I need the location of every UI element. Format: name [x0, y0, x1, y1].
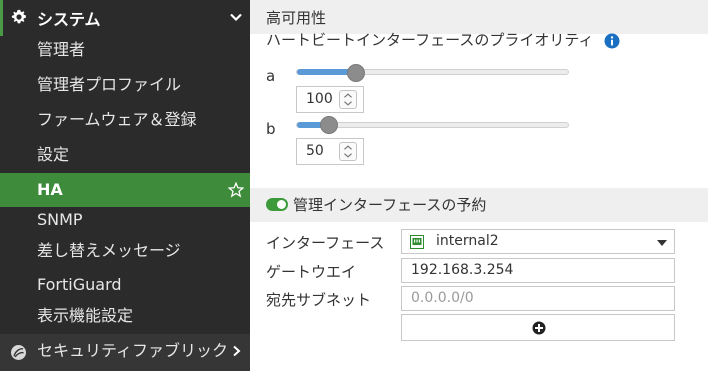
sidebar-item-label: HA: [37, 180, 63, 199]
sidebar-section-security-fabric[interactable]: セキュリティファブリック: [0, 334, 250, 371]
fabric-icon: [11, 345, 26, 360]
star-icon[interactable]: [228, 182, 244, 198]
gateway-value: 192.168.3.254: [411, 262, 514, 278]
sidebar-item-settings[interactable]: 設定: [0, 138, 250, 172]
gateway-label: ゲートウエイ: [266, 263, 357, 281]
sidebar-item-label: 設定: [37, 145, 70, 164]
sidebar-item-fortiguard[interactable]: FortiGuard: [0, 268, 250, 302]
sidebar-item-label: 管理者プロファイル: [37, 75, 182, 94]
sidebar-item-label: 表示機能設定: [37, 306, 134, 325]
priority-row-label: a: [266, 67, 276, 85]
subnet-placeholder: 0.0.0.0/0: [411, 290, 474, 306]
sidebar-item-admin-profile[interactable]: 管理者プロファイル: [0, 68, 250, 102]
sidebar-item-label: FortiGuard: [37, 275, 122, 294]
interface-label: インターフェース: [266, 234, 385, 252]
sidebar-item-feature-visibility[interactable]: 表示機能設定: [0, 299, 250, 333]
sidebar-item-replacement-messages[interactable]: 差し替えメッセージ: [0, 234, 250, 268]
sidebar-item-ha[interactable]: HA: [0, 173, 250, 207]
spinner-icon[interactable]: [339, 90, 357, 109]
sidebar: システム 管理者 管理者プロファイル ファームウェア＆登録 設定 HA SNMP…: [0, 0, 250, 371]
priority-value-a[interactable]: 100: [296, 86, 364, 113]
toggle-knob: [277, 200, 286, 209]
sidebar-item-label: ファームウェア＆登録: [37, 110, 197, 129]
sidebar-section-title: システム: [37, 10, 101, 29]
priority-value-text: 50: [306, 143, 324, 159]
subnet-label: 宛先サブネット: [266, 291, 372, 309]
sidebar-item-snmp[interactable]: SNMP: [0, 203, 250, 237]
subnet-input[interactable]: 0.0.0.0/0: [401, 286, 675, 311]
sidebar-item-label: 管理者: [37, 40, 86, 59]
sidebar-item-firmware[interactable]: ファームウェア＆登録: [0, 103, 250, 137]
sidebar-item-label: セキュリティファブリック: [37, 341, 229, 360]
spinner-icon[interactable]: [339, 142, 357, 161]
priority-title: ハートビートインターフェースのプライオリティ: [266, 31, 594, 49]
slider-knob-a[interactable]: [347, 64, 366, 82]
priority-value-text: 100: [306, 91, 333, 107]
slider-knob-b[interactable]: [319, 116, 338, 134]
priority-row-label: b: [266, 120, 276, 138]
chevron-down-icon: [230, 13, 242, 22]
info-icon[interactable]: [604, 33, 620, 49]
sidebar-section-system[interactable]: システム: [0, 0, 250, 34]
priority-value-b[interactable]: 50: [296, 138, 364, 165]
interface-select[interactable]: internal2: [401, 229, 675, 254]
mgmt-toggle-label: 管理インターフェースの予約: [293, 196, 487, 214]
dropdown-caret-icon: [657, 240, 667, 246]
gateway-input[interactable]: 192.168.3.254: [401, 258, 675, 283]
priority-slider-a[interactable]: [296, 69, 569, 75]
plus-circle-icon: [532, 321, 546, 335]
sidebar-item-label: 差し替えメッセージ: [37, 241, 181, 260]
network-port-icon: [410, 235, 424, 249]
chevron-right-icon: [233, 345, 241, 357]
interface-value: internal2: [436, 233, 499, 249]
sidebar-item-label: SNMP: [37, 210, 83, 229]
section-title: 高可用性: [266, 9, 327, 27]
add-subnet-button[interactable]: [401, 314, 675, 341]
sidebar-item-admin[interactable]: 管理者: [0, 33, 250, 67]
mgmt-toggle[interactable]: [266, 198, 288, 211]
gear-icon: [11, 9, 26, 24]
main-content: 高可用性 ハートビートインターフェースのプライオリティ a 100 b 50 管…: [250, 0, 708, 371]
